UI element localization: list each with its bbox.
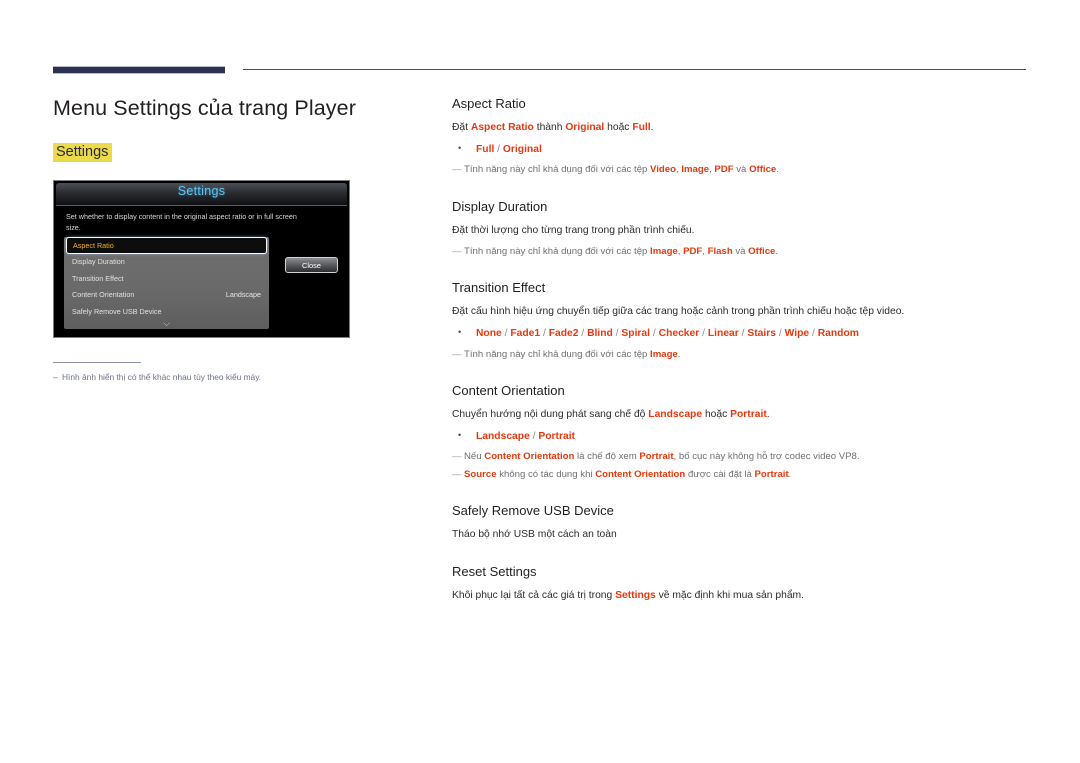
menu-item-content-orientation[interactable]: Content Orientation Landscape (64, 287, 269, 304)
menu-item-aspect-ratio[interactable]: Aspect Ratio (66, 237, 267, 254)
right-column: Aspect Ratio Đặt Aspect Ratio thành Origi… (452, 96, 1032, 610)
section-options: • Full / Original (452, 142, 1032, 157)
section-body: Khôi phục lại tất cả các giá trị trong S… (452, 590, 804, 602)
section-note: ― Source không có tác dụng khi Content Or… (452, 468, 1032, 482)
menu-item-transition-effect[interactable]: Transition Effect (64, 271, 269, 288)
footnote-dash: – (53, 372, 58, 382)
footnote-divider (53, 362, 141, 363)
dialog-description: Set whether to display content in the or… (66, 212, 297, 233)
note-text: Tính năng này chỉ khả dụng đối với các t… (464, 164, 779, 176)
section-note: ― Nếu Content Orientation là chế độ xem P… (452, 450, 1032, 464)
note-dash-icon: ― (452, 164, 462, 176)
note-dash-icon: ― (452, 245, 462, 257)
note-dash-icon: ― (452, 451, 462, 463)
section-options: • Landscape / Portrait (452, 429, 1032, 444)
note-dash-icon: ― (452, 348, 462, 360)
option-values: Landscape / Portrait (476, 430, 576, 442)
doc-section: Safely Remove USB Device Tháo bộ nhớ USB … (452, 503, 1032, 543)
header-rule-thick (53, 66, 225, 74)
menu-item-label: Transition Effect (72, 273, 124, 283)
doc-section: Reset Settings Khôi phục lại tất cả các g… (452, 564, 1032, 604)
tv-settings-dialog-screenshot: Settings Set whether to display content … (53, 180, 350, 338)
footnote-row: – Hình ảnh hiển thị có thể khác nhau tùy… (53, 372, 308, 384)
note-dash-icon: ― (452, 468, 462, 480)
section-title: Display Duration (452, 198, 548, 214)
section-note: ― Tính năng này chỉ khả dụng đối với các … (452, 245, 1032, 259)
highlighted-heading: Settings (53, 143, 113, 162)
menu-item-display-duration[interactable]: Display Duration (64, 254, 269, 271)
note-text: Source không có tác dụng khi Content Ori… (464, 468, 792, 480)
dialog-menu-list[interactable]: Aspect Ratio Display Duration Transition… (64, 237, 269, 329)
page-title: Menu Settings của trang Player (53, 96, 356, 120)
section-body: Đặt cấu hình hiệu ứng chuyển tiếp giữa c… (452, 306, 905, 318)
section-title: Aspect Ratio (452, 96, 526, 111)
note-text: Nếu Content Orientation là chế độ xem Po… (464, 451, 860, 463)
menu-item-label: Safely Remove USB Device (72, 306, 162, 316)
bullet-icon: • (458, 429, 462, 440)
section-note: ― Tính năng này chỉ khả dụng đối với các … (452, 163, 1032, 177)
header-rules (0, 0, 1080, 74)
close-button[interactable]: Close (285, 257, 338, 273)
note-text: Tính năng này chỉ khả dụng đối với các t… (464, 348, 681, 360)
footnote-text: Hình ảnh hiển thị có thể khác nhau tùy t… (62, 372, 262, 382)
doc-section: Display Duration Đặt thời lượng cho từng … (452, 199, 1032, 259)
doc-section: Transition Effect Đặt cấu hình hiệu ứng c… (452, 280, 1032, 362)
menu-item-value: Landscape (225, 290, 261, 299)
sections-list: Aspect Ratio Đặt Aspect Ratio thành Origi… (452, 96, 1032, 604)
bullet-icon: • (458, 327, 462, 338)
section-body: Chuyển hướng nội dung phát sang chế độ L… (452, 408, 770, 420)
section-title: Reset Settings (452, 564, 537, 580)
section-note: ― Tính năng này chỉ khả dụng đối với các … (452, 348, 1032, 362)
section-title: Transition Effect (452, 280, 546, 296)
dialog-title: Settings (177, 184, 226, 198)
section-body: Đặt Aspect Ratio thành Original hoặc Ful… (452, 122, 654, 133)
bullet-icon: • (458, 142, 462, 153)
left-column: Menu Settings của trang Player Settings … (53, 96, 423, 384)
option-values: None / Fade1 / Fade2 / Blind / Spiral / … (476, 328, 859, 340)
doc-section: Aspect Ratio Đặt Aspect Ratio thành Origi… (452, 96, 1032, 178)
section-title: Safely Remove USB Device (452, 503, 614, 519)
image-footnote: – Hình ảnh hiển thị có thể khác nhau tùy… (53, 362, 308, 384)
menu-item-label: Content Orientation (72, 290, 135, 299)
section-body: Tháo bộ nhớ USB một cách an toàn (452, 529, 617, 541)
manual-page: Menu Settings của trang Player Settings … (0, 0, 1080, 763)
menu-item-label: Display Duration (72, 257, 125, 266)
chevron-down-icon[interactable]: ⌵ (64, 319, 269, 328)
section-body: Đặt thời lượng cho từng trang trong phần… (452, 224, 695, 236)
note-text: Tính năng này chỉ khả dụng đối với các t… (464, 245, 779, 257)
doc-section: Content Orientation Chuyển hướng nội dung… (452, 383, 1032, 482)
section-options: • None / Fade1 / Fade2 / Blind / Spiral /… (452, 326, 1032, 341)
menu-item-label: Aspect Ratio (73, 241, 114, 250)
option-values: Full / Original (476, 143, 542, 155)
header-rule-thin (243, 69, 1026, 70)
section-title: Content Orientation (452, 382, 565, 398)
